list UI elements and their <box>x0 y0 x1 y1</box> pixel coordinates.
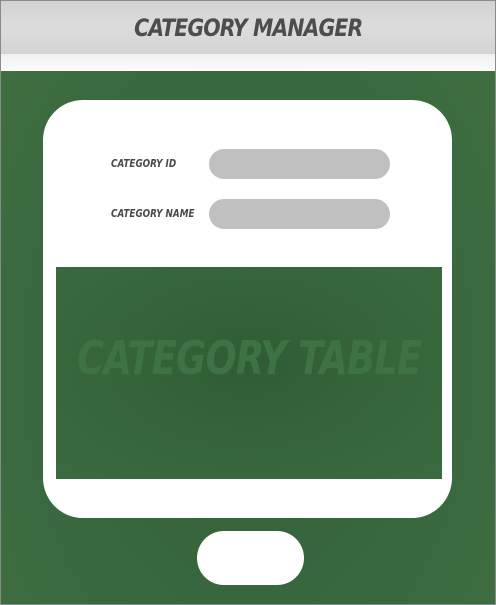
form-panel: CATEGORY ID CATEGORY NAME CATEGORY TABLE <box>43 100 452 518</box>
action-button[interactable] <box>197 531 304 585</box>
category-table-placeholder: CATEGORY TABLE <box>76 331 422 385</box>
category-name-label: CATEGORY NAME <box>111 207 195 220</box>
category-id-label: CATEGORY ID <box>111 157 177 170</box>
category-id-input[interactable] <box>209 149 390 179</box>
header-bar: CATEGORY MANAGER <box>1 1 495 54</box>
page-title: CATEGORY MANAGER <box>133 13 363 42</box>
category-table[interactable]: CATEGORY TABLE <box>56 267 442 479</box>
app-window: CATEGORY MANAGER CATEGORY ID CATEGORY NA… <box>0 0 496 605</box>
header-divider <box>1 54 495 71</box>
category-name-input[interactable] <box>209 199 390 229</box>
